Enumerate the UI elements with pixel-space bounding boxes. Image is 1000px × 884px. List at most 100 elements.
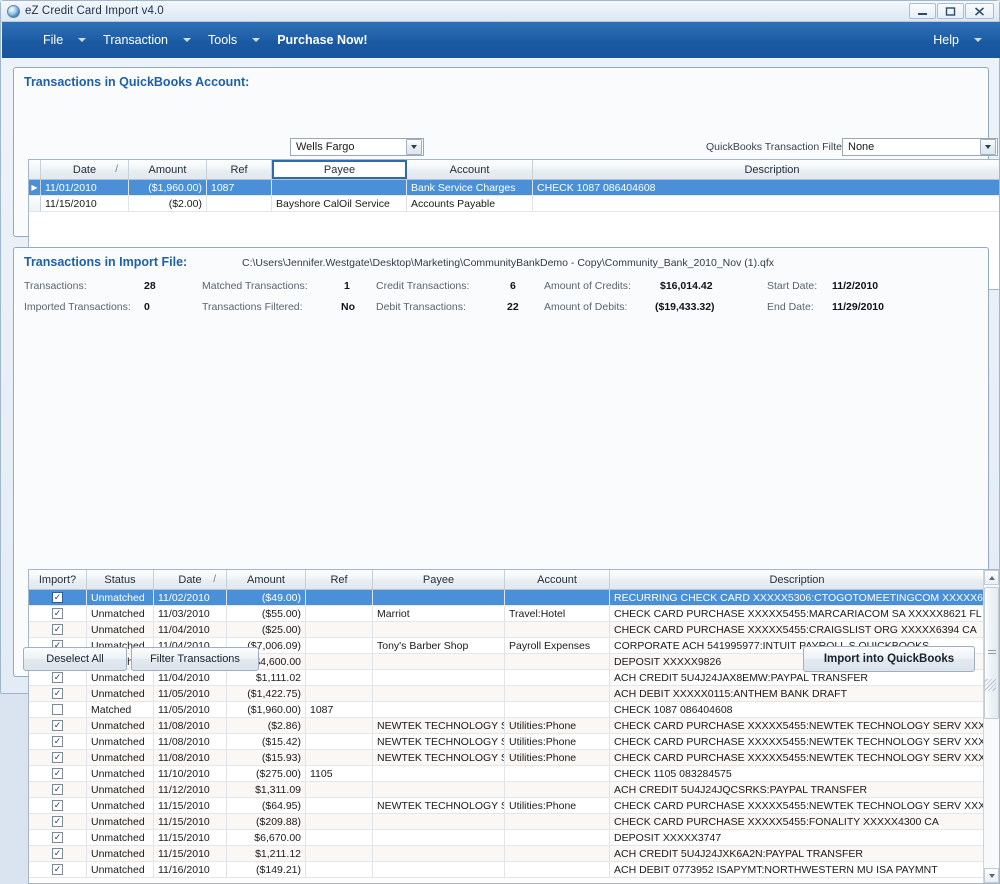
chevron-down-icon[interactable]: [183, 38, 191, 42]
checkbox-checked-icon[interactable]: ✓: [52, 784, 63, 795]
cell-import-checkbox[interactable]: ✓: [29, 798, 87, 813]
cell-description: CHECK CARD PURCHASE XXXXX5455:NEWTEK TEC…: [610, 734, 984, 749]
checkbox-checked-icon[interactable]: ✓: [52, 736, 63, 747]
vertical-scrollbar[interactable]: [983, 570, 999, 883]
filter-transactions-button[interactable]: Filter Transactions: [131, 647, 259, 671]
checkbox-checked-icon[interactable]: ✓: [52, 672, 63, 683]
checkbox-checked-icon[interactable]: ✓: [52, 800, 63, 811]
cell-account: [505, 702, 610, 717]
cell-import-checkbox[interactable]: ✓: [29, 814, 87, 829]
chevron-down-icon[interactable]: [980, 139, 996, 155]
cell-import-checkbox[interactable]: ✓: [29, 606, 87, 621]
menu-help[interactable]: Help: [924, 22, 990, 58]
column-header-ref[interactable]: Ref: [207, 160, 272, 179]
table-row[interactable]: ✓Unmatched11/05/2010($1,422.75)ACH DEBIT…: [29, 686, 999, 702]
menu-purchase-now[interactable]: Purchase Now!: [268, 22, 376, 58]
column-header-status[interactable]: Status: [87, 570, 154, 589]
table-row[interactable]: ✓Unmatched11/15/2010($64.95)NEWTEK TECHN…: [29, 798, 999, 814]
chevron-down-icon[interactable]: [406, 139, 422, 155]
column-header-date[interactable]: Date/: [154, 570, 227, 589]
quickbooks-filter-select[interactable]: None: [842, 138, 998, 156]
checkbox-checked-icon[interactable]: ✓: [52, 592, 63, 603]
cell-description: CHECK CARD PURCHASE XXXXX5455:NEWTEK TEC…: [610, 718, 984, 733]
cell-import-checkbox[interactable]: ✓: [29, 830, 87, 845]
checkbox-checked-icon[interactable]: ✓: [52, 832, 63, 843]
cell-import-checkbox[interactable]: ✓: [29, 766, 87, 781]
table-row[interactable]: ▶ 11/01/2010 ($1,960.00) 1087 Bank Servi…: [29, 180, 999, 196]
checkbox-checked-icon[interactable]: ✓: [52, 816, 63, 827]
checkbox-checked-icon[interactable]: ✓: [52, 848, 63, 859]
cell-import-checkbox[interactable]: ✓: [29, 846, 87, 861]
cell-import-checkbox[interactable]: ✓: [29, 718, 87, 733]
column-header-payee[interactable]: Payee: [272, 160, 407, 179]
menu-transaction[interactable]: Transaction: [94, 22, 199, 58]
column-header-account[interactable]: Account: [505, 570, 610, 589]
column-header-amount[interactable]: Amount: [129, 160, 207, 179]
menu-file[interactable]: File: [34, 22, 94, 58]
column-header-ref[interactable]: Ref: [306, 570, 373, 589]
column-header-import[interactable]: Import?: [29, 570, 87, 589]
table-row[interactable]: ✓Unmatched11/02/2010($49.00)RECURRING CH…: [29, 590, 999, 606]
chevron-down-icon[interactable]: [974, 38, 982, 42]
scrollbar-track[interactable]: [984, 585, 999, 868]
import-transactions-grid[interactable]: Import? Status Date/ Amount Ref Payee Ac…: [28, 569, 1000, 884]
checkbox-checked-icon[interactable]: ✓: [52, 864, 63, 875]
cell-date: 11/15/2010: [154, 846, 227, 861]
menu-tools[interactable]: Tools: [199, 22, 268, 58]
cell-amount: ($25.00): [227, 622, 306, 637]
table-row[interactable]: ✓Unmatched11/03/2010($55.00)MarriotTrave…: [29, 606, 999, 622]
checkbox-checked-icon[interactable]: ✓: [52, 768, 63, 779]
table-row[interactable]: 11/15/2010 ($2.00) Bayshore CalOil Servi…: [29, 196, 999, 212]
table-row[interactable]: ✓Unmatched11/15/2010($209.88)CHECK CARD …: [29, 814, 999, 830]
stat-label-credit: Credit Transactions:: [376, 280, 469, 292]
checkbox-checked-icon[interactable]: ✓: [52, 624, 63, 635]
checkbox-unchecked-icon[interactable]: [52, 704, 63, 715]
checkbox-checked-icon[interactable]: ✓: [52, 608, 63, 619]
table-row[interactable]: ✓Unmatched11/08/2010($15.93)NEWTEK TECHN…: [29, 750, 999, 766]
table-row[interactable]: ✓Unmatched11/10/2010($275.00)1105CHECK 1…: [29, 766, 999, 782]
column-header-amount[interactable]: Amount: [227, 570, 306, 589]
close-button[interactable]: [965, 3, 994, 19]
account-select[interactable]: Wells Fargo: [290, 138, 424, 156]
cell-import-checkbox[interactable]: ✓: [29, 862, 87, 877]
column-header-date[interactable]: Date /: [41, 160, 129, 179]
column-header-description[interactable]: Description: [533, 160, 1000, 179]
scroll-down-button[interactable]: [984, 868, 999, 883]
table-row[interactable]: ✓Unmatched11/08/2010($15.42)NEWTEK TECHN…: [29, 734, 999, 750]
chevron-down-icon[interactable]: [252, 38, 260, 42]
cell-import-checkbox[interactable]: ✓: [29, 750, 87, 765]
scrollbar-thumb[interactable]: [984, 587, 999, 719]
cell-import-checkbox[interactable]: ✓: [29, 622, 87, 637]
deselect-all-button[interactable]: Deselect All: [23, 647, 127, 671]
cell-date: 11/16/2010: [154, 862, 227, 877]
table-row[interactable]: ✓Unmatched11/16/2010($149.21)ACH DEBIT 0…: [29, 862, 999, 878]
cell-ref: [306, 670, 373, 685]
checkbox-checked-icon[interactable]: ✓: [52, 752, 63, 763]
table-row[interactable]: ✓Unmatched11/04/2010$1,111.02ACH CREDIT …: [29, 670, 999, 686]
table-row[interactable]: ✓Unmatched11/15/2010$6,670.00DEPOSIT XXX…: [29, 830, 999, 846]
table-row[interactable]: ✓Unmatched11/15/2010$1,211.12ACH CREDIT …: [29, 846, 999, 862]
column-header-payee[interactable]: Payee: [373, 570, 505, 589]
checkbox-checked-icon[interactable]: ✓: [52, 720, 63, 731]
table-row[interactable]: ✓Unmatched11/12/2010$1,311.09ACH CREDIT …: [29, 782, 999, 798]
cell-description: DEPOSIT XXXXX3747: [610, 830, 984, 845]
cell-import-checkbox[interactable]: [29, 702, 87, 717]
quickbooks-grid-body: ▶ 11/01/2010 ($1,960.00) 1087 Bank Servi…: [29, 180, 999, 212]
scroll-up-button[interactable]: [984, 570, 999, 585]
import-into-quickbooks-button[interactable]: Import into QuickBooks: [803, 646, 975, 672]
cell-import-checkbox[interactable]: ✓: [29, 782, 87, 797]
minimize-button[interactable]: [909, 3, 936, 19]
column-header-description[interactable]: Description: [610, 570, 984, 589]
table-row[interactable]: ✓Unmatched11/08/2010($2.86)NEWTEK TECHNO…: [29, 718, 999, 734]
cell-ref: [306, 798, 373, 813]
cell-import-checkbox[interactable]: ✓: [29, 590, 87, 605]
column-header-account[interactable]: Account: [407, 160, 533, 179]
chevron-down-icon[interactable]: [78, 38, 86, 42]
cell-import-checkbox[interactable]: ✓: [29, 734, 87, 749]
cell-import-checkbox[interactable]: ✓: [29, 670, 87, 685]
resize-grip-icon[interactable]: [984, 679, 996, 691]
table-row[interactable]: ✓Unmatched11/04/2010($25.00)CHECK CARD P…: [29, 622, 999, 638]
cell-payee: [373, 814, 505, 829]
maximize-button[interactable]: [937, 3, 964, 19]
table-row[interactable]: Matched11/05/2010($1,960.00)1087CHECK 10…: [29, 702, 999, 718]
